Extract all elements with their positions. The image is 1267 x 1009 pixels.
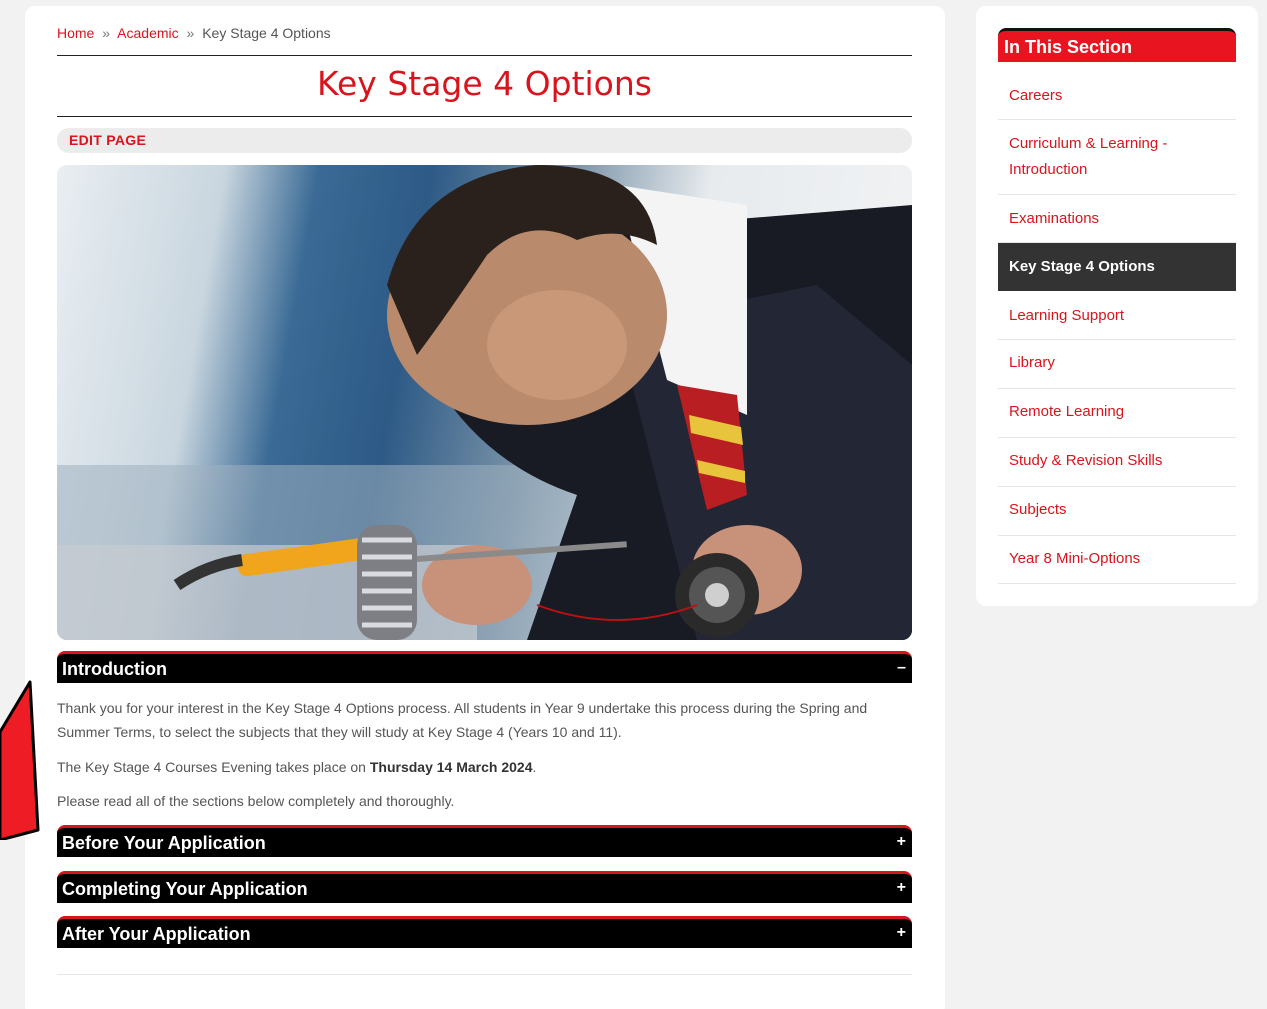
sidebar-item-study-revision-skills[interactable]: Study & Revision Skills xyxy=(998,438,1236,487)
hero-photo-student-soldering xyxy=(57,165,912,640)
edit-page-button[interactable]: EDIT PAGE xyxy=(69,132,146,148)
courses-evening-text: The Key Stage 4 Courses Evening takes pl… xyxy=(57,759,370,775)
breadcrumb-separator: » xyxy=(102,25,111,41)
sidebar-item-learning-support[interactable]: Learning Support xyxy=(998,291,1236,340)
intro-courses-evening: The Key Stage 4 Courses Evening takes pl… xyxy=(57,755,912,779)
accordion-before-your-application[interactable]: Before Your Application + xyxy=(57,825,912,857)
accordion-title: After Your Application xyxy=(62,924,251,944)
breadcrumb: Home » Academic » Key Stage 4 Options xyxy=(57,25,331,41)
sidebar-heading: In This Section xyxy=(998,28,1236,62)
sidebar-item-careers[interactable]: Careers xyxy=(998,72,1236,120)
expand-icon[interactable]: + xyxy=(897,833,906,851)
intro-paragraph: Thank you for your interest in the Key S… xyxy=(57,700,868,740)
breadcrumb-academic-link[interactable]: Academic xyxy=(117,25,178,41)
sidebar-item-remote-learning[interactable]: Remote Learning xyxy=(998,389,1236,438)
sidebar-item-key-stage-4-options[interactable]: Key Stage 4 Options xyxy=(998,243,1236,291)
courses-evening-date: Thursday 14 March 2024 xyxy=(369,759,533,775)
sidebar-item-library[interactable]: Library xyxy=(998,340,1236,389)
breadcrumb-current: Key Stage 4 Options xyxy=(202,25,331,41)
breadcrumb-separator: » xyxy=(186,25,195,41)
sidebar-item-curriculum-learning-introduction[interactable]: Curriculum & Learning - Introduction xyxy=(998,120,1236,195)
intro-read-instruction: Please read all of the sections below co… xyxy=(57,793,455,809)
title-bottom-rule xyxy=(57,116,912,117)
main-content-panel: Home » Academic » Key Stage 4 Options Ke… xyxy=(25,6,945,1009)
courses-evening-end: . xyxy=(532,759,537,775)
expand-icon[interactable]: + xyxy=(897,879,906,897)
edit-page-bar[interactable]: EDIT PAGE xyxy=(57,128,912,153)
accordion-completing-your-application[interactable]: Completing Your Application + xyxy=(57,871,912,903)
sidebar-item-subjects[interactable]: Subjects xyxy=(998,487,1236,536)
accordion-title: Before Your Application xyxy=(62,833,266,853)
sidebar-panel: In This Section Careers Curriculum & Lea… xyxy=(976,6,1258,606)
accordion-after-your-application[interactable]: After Your Application + xyxy=(57,916,912,948)
collapse-icon[interactable]: – xyxy=(897,659,906,677)
sidebar-item-examinations[interactable]: Examinations xyxy=(998,195,1236,243)
sidebar-heading-text: In This Section xyxy=(1004,37,1133,57)
annotation-arrow xyxy=(0,680,40,840)
accordion-title: Introduction xyxy=(62,659,167,679)
accordion-title: Completing Your Application xyxy=(62,879,308,899)
page-title: Key Stage 4 Options xyxy=(317,64,652,103)
title-top-rule xyxy=(57,55,912,56)
accordion-introduction[interactable]: Introduction – xyxy=(57,651,912,683)
hero-image xyxy=(57,165,912,640)
content-divider xyxy=(57,974,912,975)
sidebar-item-year-8-mini-options[interactable]: Year 8 Mini-Options xyxy=(998,536,1236,584)
expand-icon[interactable]: + xyxy=(897,924,906,942)
breadcrumb-home-link[interactable]: Home xyxy=(57,25,94,41)
